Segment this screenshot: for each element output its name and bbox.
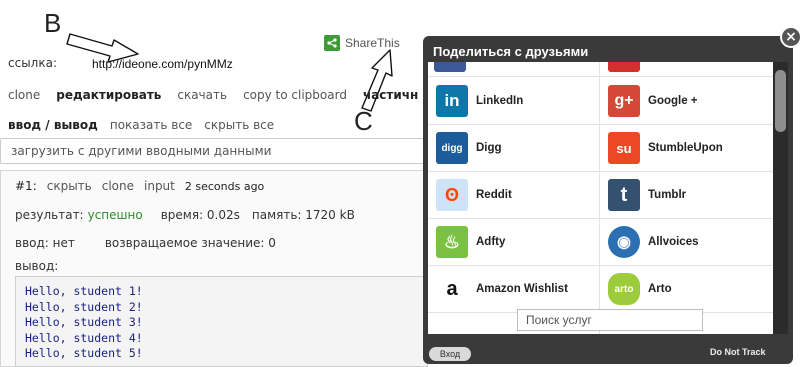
service-linkedin[interactable]: in LinkedIn bbox=[436, 78, 601, 124]
output-line: Hello, student 4! bbox=[25, 330, 143, 345]
service-allvoices[interactable]: ◉ Allvoices bbox=[608, 219, 773, 265]
edit-link[interactable]: редактировать bbox=[56, 88, 161, 102]
result-value: успешно bbox=[87, 208, 143, 222]
hide-all-link[interactable]: скрыть все bbox=[204, 118, 274, 132]
return-label: возвращаемое значение: 0 bbox=[104, 236, 276, 250]
allvoices-icon: ◉ bbox=[608, 226, 640, 258]
tumblr-icon: t bbox=[608, 179, 640, 211]
run-header: #1: скрыть clone input 2 seconds ago bbox=[15, 179, 264, 193]
service-tumblr[interactable]: t Tumblr bbox=[608, 172, 773, 218]
reddit-icon: ʘ bbox=[436, 179, 468, 211]
do-not-track-link[interactable]: Do Not Track bbox=[710, 347, 766, 357]
input-label: ввод: нет bbox=[15, 236, 75, 250]
share-this-link[interactable]: ShareThis bbox=[324, 35, 400, 51]
stumbleupon-icon: su bbox=[608, 132, 640, 164]
service-adfty[interactable]: ♨ Adfty bbox=[436, 219, 601, 265]
service-label: Reddit bbox=[476, 189, 512, 201]
copy-link[interactable]: copy to clipboard bbox=[243, 88, 347, 102]
output-line: Hello, student 3! bbox=[25, 315, 143, 329]
service-amazon-wishlist[interactable]: a Amazon Wishlist bbox=[436, 266, 601, 312]
google-plus-icon: g+ bbox=[608, 85, 640, 117]
run-clone-link[interactable]: clone bbox=[102, 179, 134, 193]
memory-label: память: 1720 kB bbox=[251, 208, 355, 222]
partial-service-icon bbox=[434, 62, 466, 72]
digg-icon: digg bbox=[436, 132, 468, 164]
run-hide-link[interactable]: скрыть bbox=[47, 179, 92, 193]
service-arto[interactable]: arto Arto bbox=[608, 266, 773, 312]
result-row: результат: успешно время: 0.02s память: … bbox=[15, 208, 355, 222]
service-stumbleupon[interactable]: su StumbleUpon bbox=[608, 125, 773, 171]
download-link[interactable]: скачать bbox=[177, 88, 227, 102]
service-label: Digg bbox=[476, 142, 502, 154]
scrollbar-thumb[interactable] bbox=[775, 70, 786, 132]
service-digg[interactable]: digg Digg bbox=[436, 125, 601, 171]
services-list: in LinkedIn g+ Google + digg Digg su Stu… bbox=[428, 62, 773, 334]
run-input-link[interactable]: input bbox=[144, 179, 175, 193]
output-label: вывод: bbox=[15, 259, 59, 273]
service-label: Tumblr bbox=[648, 189, 687, 201]
service-search-input[interactable]: Поиск услуг bbox=[517, 309, 703, 331]
part-link[interactable]: частичн bbox=[363, 88, 418, 102]
actions-row: clone редактировать скачать copy to clip… bbox=[8, 88, 418, 102]
service-google-plus[interactable]: g+ Google + bbox=[608, 78, 773, 124]
link-label: ссылка: bbox=[8, 56, 57, 70]
share-popup: Поделиться с друзьями in LinkedIn g+ Goo… bbox=[423, 36, 793, 364]
result-label: результат: bbox=[15, 208, 84, 222]
linkedin-icon: in bbox=[436, 85, 468, 117]
output-line: Hello, student 2! bbox=[25, 299, 143, 314]
adfty-icon: ♨ bbox=[436, 226, 468, 258]
input-row: ввод: нет возвращаемое значение: 0 bbox=[15, 236, 276, 250]
output-line: Hello, student 5! bbox=[25, 346, 143, 360]
annotation-b: B bbox=[44, 8, 62, 38]
popup-title: Поделиться с друзьями bbox=[433, 44, 589, 59]
io-row: ввод / вывод показать все скрыть все bbox=[8, 118, 274, 132]
share-icon bbox=[324, 35, 340, 51]
service-label: Amazon Wishlist bbox=[476, 283, 568, 295]
arto-icon: arto bbox=[608, 273, 640, 305]
time-label: время: 0.02s bbox=[160, 208, 240, 222]
upload-input[interactable]: загрузить с другими вводными данными bbox=[0, 138, 428, 164]
service-label: Adfty bbox=[476, 236, 506, 248]
link-url[interactable]: http://ideone.com/pynMMz bbox=[92, 57, 233, 71]
run-id: #1: bbox=[15, 179, 37, 193]
amazon-icon: a bbox=[436, 273, 468, 305]
run-time-ago: 2 seconds ago bbox=[184, 180, 265, 193]
service-label: Google + bbox=[648, 95, 698, 107]
service-label: Allvoices bbox=[648, 236, 699, 248]
io-title: ввод / вывод bbox=[8, 118, 98, 132]
output-console: Hello, student 1! Hello, student 2! Hell… bbox=[15, 276, 428, 367]
output-line: Hello, student 1! bbox=[25, 284, 143, 298]
service-label: Arto bbox=[648, 283, 672, 295]
service-reddit[interactable]: ʘ Reddit bbox=[436, 172, 601, 218]
clone-link[interactable]: clone bbox=[8, 88, 40, 102]
service-label: StumbleUpon bbox=[648, 142, 723, 154]
login-button[interactable]: Вход bbox=[429, 347, 471, 361]
share-this-label: ShareThis bbox=[345, 36, 400, 50]
annotation-c: C bbox=[354, 106, 373, 136]
service-label: LinkedIn bbox=[476, 95, 524, 107]
partial-service-icon bbox=[608, 62, 640, 72]
show-all-link[interactable]: показать все bbox=[110, 118, 192, 132]
close-icon[interactable]: × bbox=[780, 26, 802, 48]
